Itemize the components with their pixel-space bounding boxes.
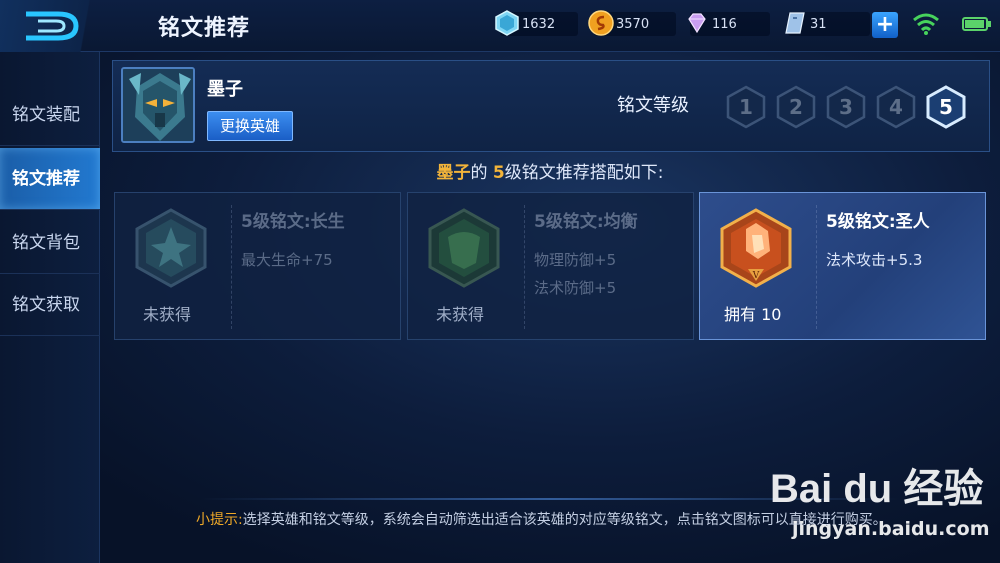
gold-coin-icon [588,10,614,36]
watermark-url: jingyan.baidu.com [792,518,990,540]
card-status: 未获得 [436,305,485,324]
sidebar-item-bag[interactable]: 铭文背包 [0,212,100,274]
add-resource-button[interactable]: + [872,12,898,38]
card-status: 拥有 10 [724,305,782,324]
card-status: 未获得 [143,305,192,324]
battery-icon [962,17,991,31]
baidu-watermark: Bai du 经验 jingyan.baidu.com [770,456,990,546]
rune-card-changsheng[interactable]: 未获得 5级铭文:长生 最大生命+75 [114,192,401,340]
recommend-subtitle: 墨子的 5级铭文推荐搭配如下: [0,158,1000,183]
level-5-button[interactable]: 5 [925,85,967,129]
subtitle-hero: 墨子 [436,163,471,183]
gem-counter: 116 [688,12,770,36]
page-title: 铭文推荐 [158,16,251,41]
rune-emblem-icon[interactable]: V [718,207,794,291]
tip-label: 小提示: [196,512,243,528]
watermark-logo: Bai du 经验 [770,467,984,511]
level-1-button[interactable]: 1 [725,85,767,129]
diamond-value: 1632 [522,16,556,32]
card-divider [231,205,232,329]
level-3-button[interactable]: 3 [825,85,867,129]
diamond-icon [495,10,519,36]
voucher-icon [785,12,805,34]
rune-card-shengren[interactable]: V 拥有 10 5级铭文:圣人 法术攻击+5.3 [699,192,986,340]
change-hero-button[interactable]: 更换英雄 [207,111,293,141]
wifi-icon [913,13,939,35]
top-bar: 铭文推荐 1632 3570 116 31 + [0,0,1000,52]
sidebar-item-equip[interactable]: 铭文装配 [0,84,100,146]
subtitle-mid: 的 [470,163,493,183]
hero-avatar[interactable] [121,67,195,143]
hero-name: 墨子 [207,79,243,100]
level-1-label: 1 [739,95,753,119]
back-arrow-icon [26,11,79,41]
card-divider [524,205,525,329]
level-2-label: 2 [789,95,803,119]
card-attr: 法术攻击+5.3 [826,251,923,269]
voucher-value: 31 [810,16,827,32]
hero-portrait-icon [123,69,193,141]
rune-card-junheng[interactable]: 未获得 5级铭文:均衡 物理防御+5 法术防御+5 [407,192,694,340]
diamond-counter: 1632 [495,10,578,36]
card-divider [816,205,817,329]
subtitle-rest: 级铭文推荐搭配如下: [504,163,664,183]
hero-panel: 墨子 更换英雄 铭文等级 1 2 3 4 5 [112,60,990,152]
level-5-label: 5 [939,95,953,119]
level-4-button[interactable]: 4 [875,85,917,129]
sidebar-item-obtain[interactable]: 铭文获取 [0,274,100,336]
card-title: 5级铭文:圣人 [826,212,930,232]
svg-text:V: V [752,271,760,281]
card-title: 5级铭文:长生 [241,212,345,232]
card-title: 5级铭文:均衡 [534,212,638,232]
card-attr: 法术防御+5 [534,279,617,297]
level-2-button[interactable]: 2 [775,85,817,129]
rune-emblem-icon[interactable] [133,207,209,289]
subtitle-level: 5 [492,163,505,183]
gold-value: 3570 [616,16,650,32]
level-4-label: 4 [889,95,903,119]
voucher-counter: 31 [785,12,870,36]
gold-counter: 3570 [588,10,676,36]
gem-value: 116 [712,16,737,32]
sidebar: 铭文装配 铭文推荐 铭文背包 铭文获取 [0,52,100,563]
card-attr: 物理防御+5 [534,251,617,269]
rune-emblem-icon[interactable] [426,207,502,289]
card-attr: 最大生命+75 [241,251,333,269]
rune-level-label: 铭文等级 [617,95,689,116]
gem-icon [688,13,706,34]
level-3-label: 3 [839,95,853,119]
back-button[interactable] [0,0,118,52]
